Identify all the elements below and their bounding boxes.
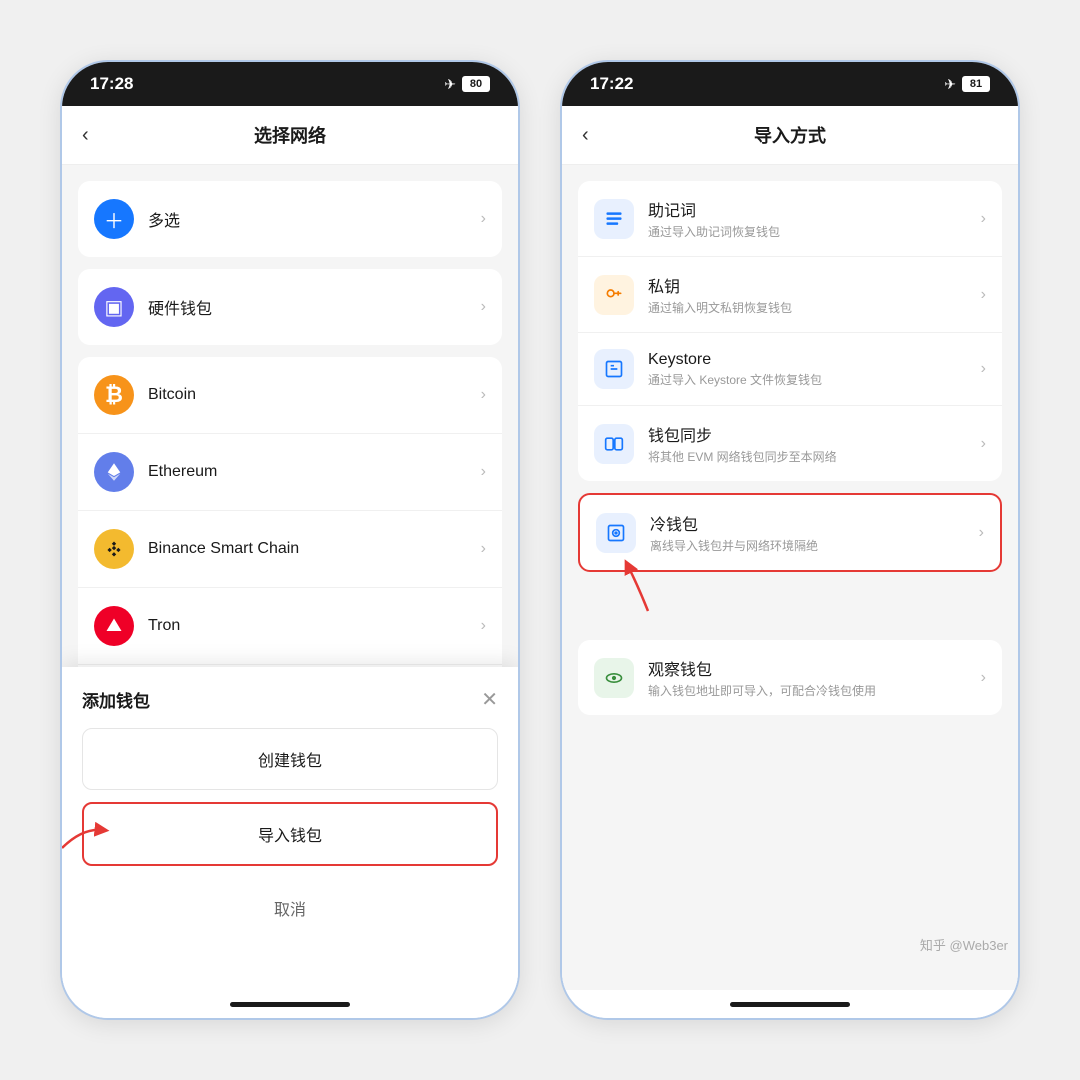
status-icons-left: ✈ 80 (444, 76, 490, 93)
home-bar-right (562, 990, 1018, 1018)
screen-left: ‹ 选择网络 ＋ 多选 › ▣ 硬件钱包 › ₿ (62, 106, 518, 990)
keystore-name: Keystore (648, 351, 981, 369)
privatekey-name: 私钥 (648, 273, 981, 297)
phone-left: 17:28 ✈ 80 ‹ 选择网络 ＋ 多选 › ▣ 硬件钱包 (60, 60, 520, 1020)
mnemonic-text: 助记词 通过导入助记词恢复钱包 (648, 197, 981, 240)
ethereum-label: Ethereum (148, 463, 481, 481)
header-left: ‹ 选择网络 (62, 106, 518, 165)
keystore-desc: 通过导入 Keystore 文件恢复钱包 (648, 371, 981, 388)
airplane-icon-right: ✈ (944, 76, 956, 93)
multi-chevron: › (481, 210, 486, 228)
import-item-keystore[interactable]: Keystore 通过导入 Keystore 文件恢复钱包 › (578, 333, 1002, 406)
walletsync-icon (594, 424, 634, 464)
add-wallet-modal: 添加钱包 ✕ 创建钱包 导入钱包 取消 (62, 667, 518, 990)
back-button-right[interactable]: ‹ (582, 124, 589, 147)
hardware-chevron: › (481, 298, 486, 316)
import-list: 助记词 通过导入助记词恢复钱包 › 私钥 通过输入明文私钥恢复钱包 › (562, 165, 1018, 990)
binance-chevron: › (481, 540, 486, 558)
observewallet-text: 观察钱包 输入钱包地址即可导入，可配合冷钱包使用 (648, 656, 981, 699)
time-left: 17:28 (90, 74, 133, 94)
multi-select-card: ＋ 多选 › (78, 181, 502, 257)
tron-chevron: › (481, 617, 486, 635)
keystore-chevron: › (981, 360, 986, 378)
multi-label: 多选 (148, 207, 481, 231)
binance-icon (94, 529, 134, 569)
coldwallet-text: 冷钱包 离线导入钱包并与网络环境隔绝 (650, 511, 979, 554)
import-item-walletsync[interactable]: 钱包同步 将其他 EVM 网络钱包同步至本网络 › (578, 406, 1002, 481)
privatekey-chevron: › (981, 286, 986, 304)
screen-right: ‹ 导入方式 助记词 通过导入助记词恢复钱包 › (562, 106, 1018, 990)
tron-icon (94, 606, 134, 646)
modal-title: 添加钱包 (82, 687, 150, 712)
multi-icon: ＋ (94, 199, 134, 239)
keystore-text: Keystore 通过导入 Keystore 文件恢复钱包 (648, 351, 981, 388)
create-wallet-button[interactable]: 创建钱包 (82, 728, 498, 790)
modal-header: 添加钱包 ✕ (82, 687, 498, 712)
walletsync-text: 钱包同步 将其他 EVM 网络钱包同步至本网络 (648, 422, 981, 465)
airplane-icon: ✈ (444, 76, 456, 93)
page-title-right: 导入方式 (754, 122, 826, 148)
observewallet-name: 观察钱包 (648, 656, 981, 680)
import-wallet-button[interactable]: 导入钱包 (82, 802, 498, 866)
privatekey-icon (594, 275, 634, 315)
coldwallet-icon (596, 513, 636, 553)
home-bar-left (62, 990, 518, 1018)
battery-left: 80 (462, 76, 490, 92)
bitcoin-label: Bitcoin (148, 386, 481, 404)
status-bar-right: 17:22 ✈ 81 (562, 62, 1018, 106)
hardware-card: ▣ 硬件钱包 › (78, 269, 502, 345)
mnemonic-name: 助记词 (648, 197, 981, 221)
ethereum-icon (94, 452, 134, 492)
walletsync-chevron: › (981, 435, 986, 453)
time-right: 17:22 (590, 74, 633, 94)
arrow-import (62, 808, 112, 858)
observewallet-desc: 输入钱包地址即可导入，可配合冷钱包使用 (648, 682, 981, 699)
coldwallet-name: 冷钱包 (650, 511, 979, 535)
arrow-coldwallet (608, 556, 688, 616)
main-options-card: 助记词 通过导入助记词恢复钱包 › 私钥 通过输入明文私钥恢复钱包 › (578, 181, 1002, 481)
mnemonic-desc: 通过导入助记词恢复钱包 (648, 223, 981, 240)
list-item-tron[interactable]: Tron › (78, 588, 502, 665)
tron-label: Tron (148, 617, 481, 635)
walletsync-name: 钱包同步 (648, 422, 981, 446)
import-item-privatekey[interactable]: 私钥 通过输入明文私钥恢复钱包 › (578, 257, 1002, 333)
observewallet-chevron: › (981, 669, 986, 687)
hardware-label: 硬件钱包 (148, 295, 481, 319)
list-item-hardware[interactable]: ▣ 硬件钱包 › (78, 269, 502, 345)
binance-label: Binance Smart Chain (148, 540, 481, 558)
bitcoin-icon: ₿ (94, 375, 134, 415)
status-bar-left: 17:28 ✈ 80 (62, 62, 518, 106)
watermark: 知乎 @Web3er (920, 935, 1008, 954)
observe-wallet-card: 观察钱包 输入钱包地址即可导入，可配合冷钱包使用 › (578, 640, 1002, 715)
privatekey-desc: 通过输入明文私钥恢复钱包 (648, 299, 981, 316)
import-item-mnemonic[interactable]: 助记词 通过导入助记词恢复钱包 › (578, 181, 1002, 257)
status-icons-right: ✈ 81 (944, 76, 990, 93)
list-item-binance[interactable]: Binance Smart Chain › (78, 511, 502, 588)
hardware-icon: ▣ (94, 287, 134, 327)
back-button-left[interactable]: ‹ (82, 124, 89, 147)
battery-right: 81 (962, 76, 990, 92)
observewallet-icon (594, 658, 634, 698)
bitcoin-chevron: › (481, 386, 486, 404)
privatekey-text: 私钥 通过输入明文私钥恢复钱包 (648, 273, 981, 316)
home-indicator-right (730, 1002, 850, 1007)
home-indicator-left (230, 1002, 350, 1007)
list-item-bitcoin[interactable]: ₿ Bitcoin › (78, 357, 502, 434)
mnemonic-chevron: › (981, 210, 986, 228)
import-item-observewallet[interactable]: 观察钱包 输入钱包地址即可导入，可配合冷钱包使用 › (578, 640, 1002, 715)
coldwallet-chevron: › (979, 524, 984, 542)
list-item-multi[interactable]: ＋ 多选 › (78, 181, 502, 257)
ethereum-chevron: › (481, 463, 486, 481)
walletsync-desc: 将其他 EVM 网络钱包同步至本网络 (648, 448, 981, 465)
cancel-button[interactable]: 取消 (82, 878, 498, 938)
modal-close-button[interactable]: ✕ (481, 687, 498, 712)
page-title-left: 选择网络 (254, 122, 326, 148)
mnemonic-icon (594, 199, 634, 239)
list-item-ethereum[interactable]: Ethereum › (78, 434, 502, 511)
header-right: ‹ 导入方式 (562, 106, 1018, 165)
coldwallet-desc: 离线导入钱包并与网络环境隔绝 (650, 537, 979, 554)
keystore-icon (594, 349, 634, 389)
phone-right: 17:22 ✈ 81 ‹ 导入方式 助记词 通过导入助记词恢复钱包 (560, 60, 1020, 1020)
